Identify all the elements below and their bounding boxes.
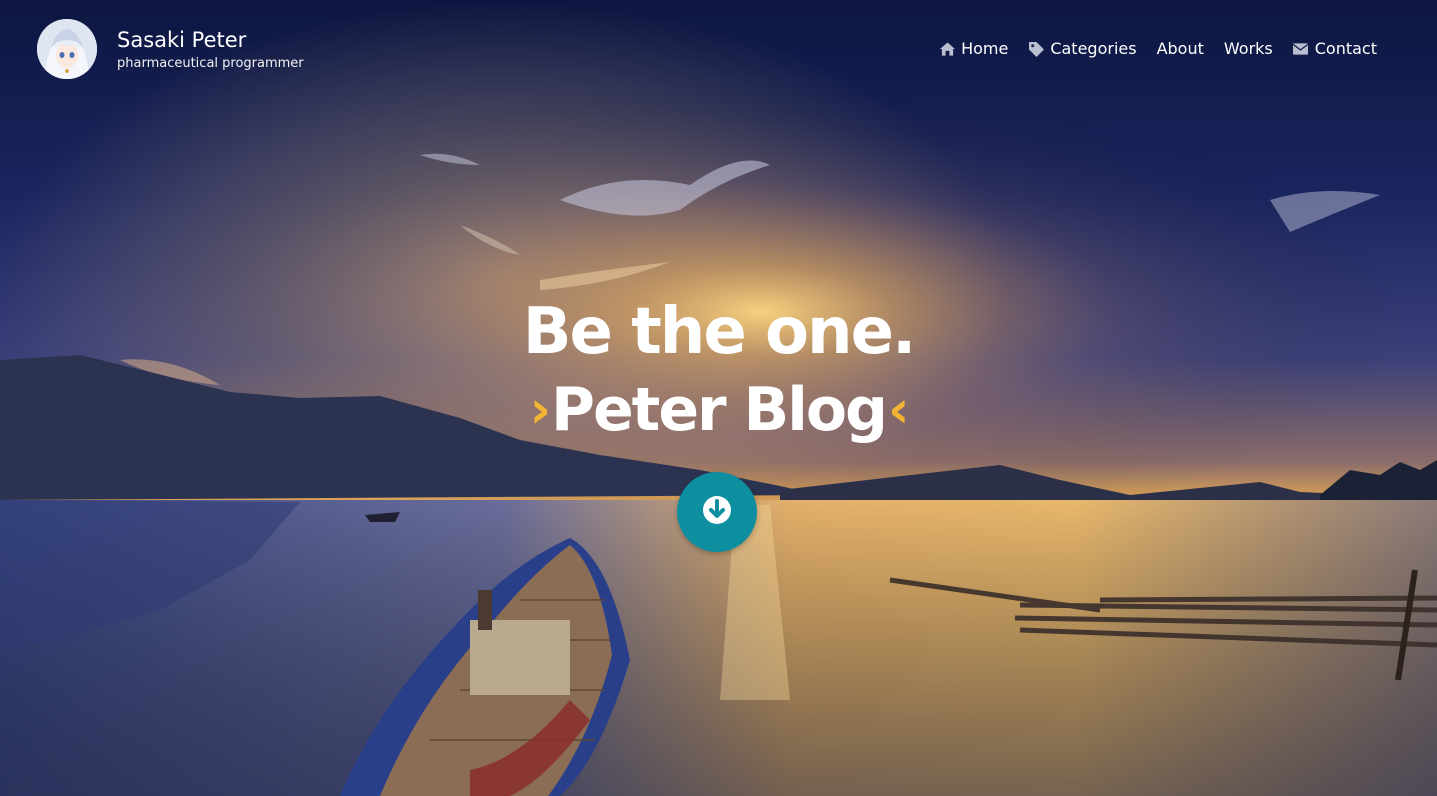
nav-label-contact: Contact bbox=[1314, 39, 1377, 58]
nav-item-about[interactable]: About bbox=[1157, 38, 1204, 60]
scroll-down-button[interactable] bbox=[677, 472, 757, 552]
nav-label-categories: Categories bbox=[1050, 39, 1137, 58]
avatar[interactable] bbox=[37, 19, 97, 79]
nav-label-works: Works bbox=[1223, 39, 1273, 58]
nav-item-contact[interactable]: Contact bbox=[1293, 38, 1377, 60]
site-header: Sasaki Peter pharmaceutical programmer H… bbox=[0, 0, 1437, 100]
nav-item-works[interactable]: Works bbox=[1224, 38, 1273, 60]
envelope-icon bbox=[1293, 41, 1309, 57]
hero-blog-title: › Peter Blog ‹ bbox=[0, 372, 1437, 448]
hero-section: Sasaki Peter pharmaceutical programmer H… bbox=[0, 0, 1437, 796]
hero-slogan: Be the one. bbox=[522, 295, 917, 369]
blog-title-text: Peter Blog bbox=[551, 375, 888, 445]
tag-icon bbox=[1028, 41, 1044, 57]
site-tagline: pharmaceutical programmer bbox=[117, 56, 304, 71]
nav-item-home[interactable]: Home bbox=[939, 38, 1008, 60]
home-icon bbox=[939, 41, 955, 57]
nav-label-about: About bbox=[1156, 39, 1204, 58]
nav-label-home: Home bbox=[961, 39, 1009, 58]
main-nav: Home Categories About Works Contact bbox=[939, 38, 1377, 60]
hero-headline: Be the one. › Peter Blog ‹ bbox=[0, 292, 1437, 448]
nav-item-categories[interactable]: Categories bbox=[1028, 38, 1137, 60]
right-chevron-icon: ‹ bbox=[888, 380, 909, 440]
arrow-down-icon bbox=[700, 493, 734, 531]
left-chevron-icon: › bbox=[529, 380, 551, 440]
site-title[interactable]: Sasaki Peter bbox=[117, 27, 246, 53]
